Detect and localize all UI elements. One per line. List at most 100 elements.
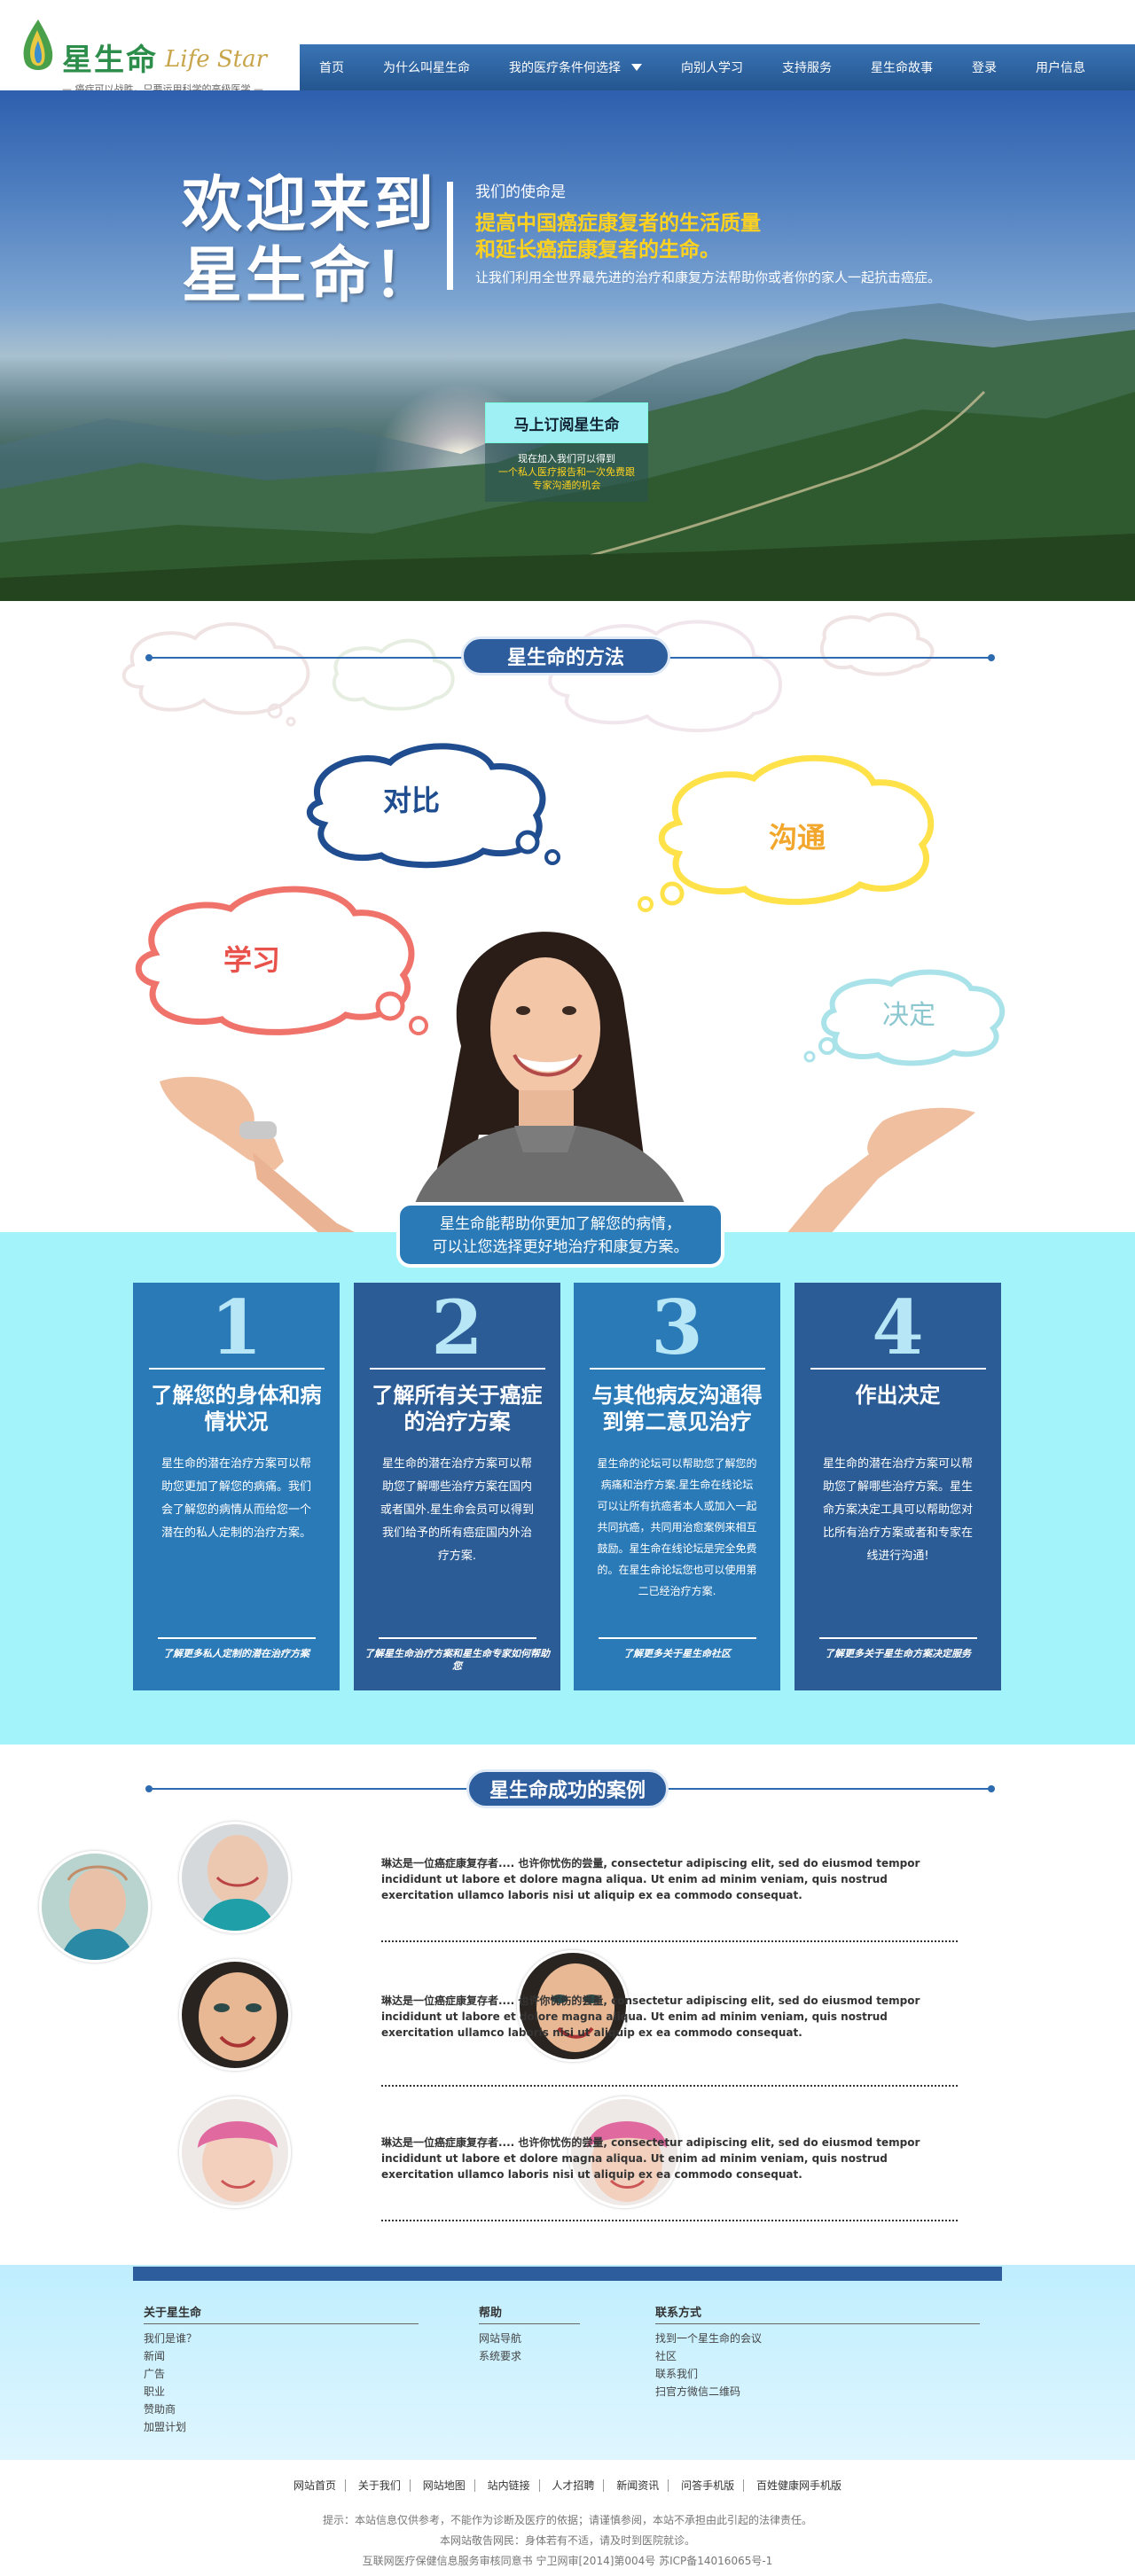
subscribe-panel: 现在加入我们可以得到 一个私人医疗报告和一次免费跟 专家沟通的机会 [485,443,648,502]
step-divider-bottom [819,1637,977,1639]
footer-link[interactable]: 广告 [144,2365,419,2383]
method-line-dot-left [145,654,153,661]
bottom-link[interactable]: 问答手机版 [672,2479,745,2492]
step-link[interactable]: 了解更多私人定制的潜在治疗方案 [133,1648,340,1660]
footer-link[interactable]: 系统要求 [479,2347,580,2365]
nav-item-conditions[interactable]: 我的医疗条件何选择 [489,44,661,90]
case-text: 琳达是一位癌症康复存者.... 也许你忧伤的尝量, consectetur ad… [381,2136,920,2181]
bottom-link[interactable]: 网站地图 [413,2479,475,2492]
mission-headline-1: 提高中国癌症康复者的生活质量 [475,212,761,235]
footer-link[interactable]: 加盟计划 [144,2418,419,2436]
case-text: 琳达是一位癌症康复存者.... 也许你忧伤的尝量, consectetur ad… [381,1857,920,1901]
step-card-4: 4 作出决定 星生命的潜在治疗方案可以帮助您了解哪些治疗方案。星生命方案决定工具… [794,1283,1001,1690]
mission-label: 我们的使命是 [475,183,566,201]
bubble-compare-text: 对比 [383,784,441,817]
logo-en: Life Star [165,46,268,73]
footer-col-contact: 联系方式 找到一个星生命的会议 社区 联系我们 扫官方微信二维码 [655,2303,980,2400]
nav-item-support[interactable]: 支持服务 [763,44,851,90]
footer-link[interactable]: 联系我们 [655,2365,980,2383]
step-link[interactable]: 了解更多关于星生命方案决定服务 [794,1648,1001,1660]
step-title: 与其他病友沟通得到第二意见治疗 [591,1383,763,1434]
avatar-linda-1[interactable] [39,1851,151,1963]
hero-title-line1: 欢迎来到 [182,170,438,240]
mission-headline-2: 和延长癌症康复者的生命。 [475,238,720,262]
case-row-1: 琳达是一位癌症康复存者.... 也许你忧伤的尝量, consectetur ad… [381,1855,958,1942]
step-description: 星生命的潜在治疗方案可以帮助您了解哪些治疗方案在国内或者国外.星生命会员可以得到… [380,1457,535,1563]
method-line-dot-right [988,654,995,661]
case-divider [381,2220,958,2221]
subscribe-panel-line2: 一个私人医疗报告和一次免费跟 [498,466,635,478]
nav-item-home[interactable]: 首页 [300,44,364,90]
step-description: 星生命的潜在治疗方案可以帮助您了解哪些治疗方案。星生命方案决定工具可以帮助您对比… [822,1457,973,1563]
logo[interactable]: 星生命 Life Star — 癌症可以战胜，只要运用科学的高级医学 — [16,16,300,95]
hero-banner: 欢迎来到 星生命！ 我们的使命是 提高中国癌症康复者的生活质量 和延长癌症康复者… [0,90,1135,601]
footer-col-title: 联系方式 [655,2303,980,2324]
case-divider [381,1940,958,1942]
step-title: 了解所有关于癌症的治疗方案 [372,1383,543,1434]
step-number: 4 [872,1284,924,1371]
step-divider-bottom [379,1637,536,1639]
subscribe-button[interactable]: 马上订阅星生命 [485,402,648,443]
footer-link[interactable]: 社区 [655,2347,980,2365]
case-divider [381,2085,958,2087]
smiling-woman-image [160,932,975,1241]
step-link[interactable]: 了解星生命治疗方案和星生命专家如何帮助您 [354,1648,560,1673]
bottom-link[interactable]: 网站首页 [285,2479,347,2492]
footer-top-bar [133,2267,1002,2281]
footer-link[interactable]: 网站导航 [479,2330,580,2347]
cases-line-dot-left [145,1785,153,1792]
avatar-woman-headscarf[interactable] [179,2096,291,2208]
page: 星生命 Life Star — 癌症可以战胜，只要运用科学的高级医学 — 首页 … [0,0,1135,2576]
footer-link[interactable]: 新闻 [144,2347,419,2365]
nav-item-stories[interactable]: 星生命故事 [851,44,952,90]
bottom-link[interactable]: 站内链接 [478,2479,540,2492]
step-card-3: 3 与其他病友沟通得到第二意见治疗 星生命的论坛可以帮助您了解您的病痛和治疗方案… [574,1283,780,1690]
header: 星生命 Life Star — 癌症可以战胜，只要运用科学的高级医学 — 首页 … [0,0,1135,95]
step-number: 2 [431,1284,483,1371]
footer-col-about: 关于星生命 我们是谁？ 新闻 广告 职业 赞助商 加盟计划 [144,2303,419,2436]
subscribe-panel-line3: 专家沟通的机会 [532,480,601,491]
bottom-link[interactable]: 人才招聘 [543,2479,605,2492]
bottom-link[interactable]: 百姓健康网手机版 [748,2479,850,2492]
nav-item-conditions-label: 我的医疗条件何选择 [509,61,621,75]
nav-item-login[interactable]: 登录 [952,44,1016,90]
nav-item-learn[interactable]: 向别人学习 [661,44,763,90]
cases-section-title: 星生命成功的案例 [466,1769,669,1808]
subscribe-panel-line1: 现在加入我们可以得到 [518,453,615,464]
hero-title-line2: 星生命！ [182,241,438,311]
avatar-linda-2[interactable] [179,1822,291,1933]
mission-subline: 让我们利用全世界最先进的治疗和康复方法帮助你或者你的家人一起抗击癌症。 [475,269,942,285]
footer-link[interactable]: 我们是谁？ [144,2330,419,2347]
logo-cn: 星生命 [62,43,158,78]
step-title: 了解您的身体和病情状况 [151,1383,322,1434]
step-number: 3 [651,1284,703,1371]
cases-line-dot-right [988,1785,995,1792]
bottom-links: 网站首页 关于我们 网站地图 站内链接 人才招聘 新闻资讯 问答手机版 百姓健康… [0,2478,1135,2493]
footer-link[interactable]: 职业 [144,2383,419,2400]
step-divider-bottom [158,1637,316,1639]
footer-col-help: 帮助 网站导航 系统要求 [479,2303,580,2365]
footer-notice-2: 本网站敬告网民：身体若有不适，请及时到医院就诊。 [439,2534,695,2547]
logo-flame-icon [23,20,53,70]
nav-item-why[interactable]: 为什么叫星生命 [364,44,489,90]
bubble-communicate-text: 沟通 [769,821,826,855]
chevron-down-icon [631,64,642,71]
nav-item-user[interactable]: 用户信息 [1016,44,1105,90]
step-divider-bottom [599,1637,756,1639]
method-caption-line1: 星生命能帮助你更加了解您的病情， [440,1215,681,1233]
bottom-link[interactable]: 关于我们 [348,2479,411,2492]
step-card-2: 2 了解所有关于癌症的治疗方案 星生命的潜在治疗方案可以帮助您了解哪些治疗方案在… [354,1283,560,1690]
case-row-3: 琳达是一位癌症康复存者.... 也许你忧伤的尝量, consectetur ad… [381,2135,958,2221]
footer-link[interactable]: 赞助商 [144,2400,419,2418]
method-caption-line2: 可以让您选择更好地治疗和康复方案。 [432,1238,689,1256]
footer-link[interactable]: 找到一个星生命的会议 [655,2330,980,2347]
hero-divider [447,182,453,290]
footer-col-title: 帮助 [479,2303,580,2324]
footer-link[interactable]: 扫官方微信二维码 [655,2383,980,2400]
avatar-woman-makeup[interactable] [179,1959,291,2071]
step-description: 星生命的潜在治疗方案可以帮助您更加了解您的病痛。我们会了解您的病情从而给您一个潜… [160,1457,311,1540]
bottom-link[interactable]: 新闻资讯 [607,2479,669,2492]
step-card-1: 1 了解您的身体和病情状况 星生命的潜在治疗方案可以帮助您更加了解您的病痛。我们… [133,1283,340,1690]
method-caption: 星生命能帮助你更加了解您的病情， 可以让您选择更好地治疗和康复方案。 [396,1202,724,1268]
step-link[interactable]: 了解更多关于星生命社区 [574,1648,780,1660]
